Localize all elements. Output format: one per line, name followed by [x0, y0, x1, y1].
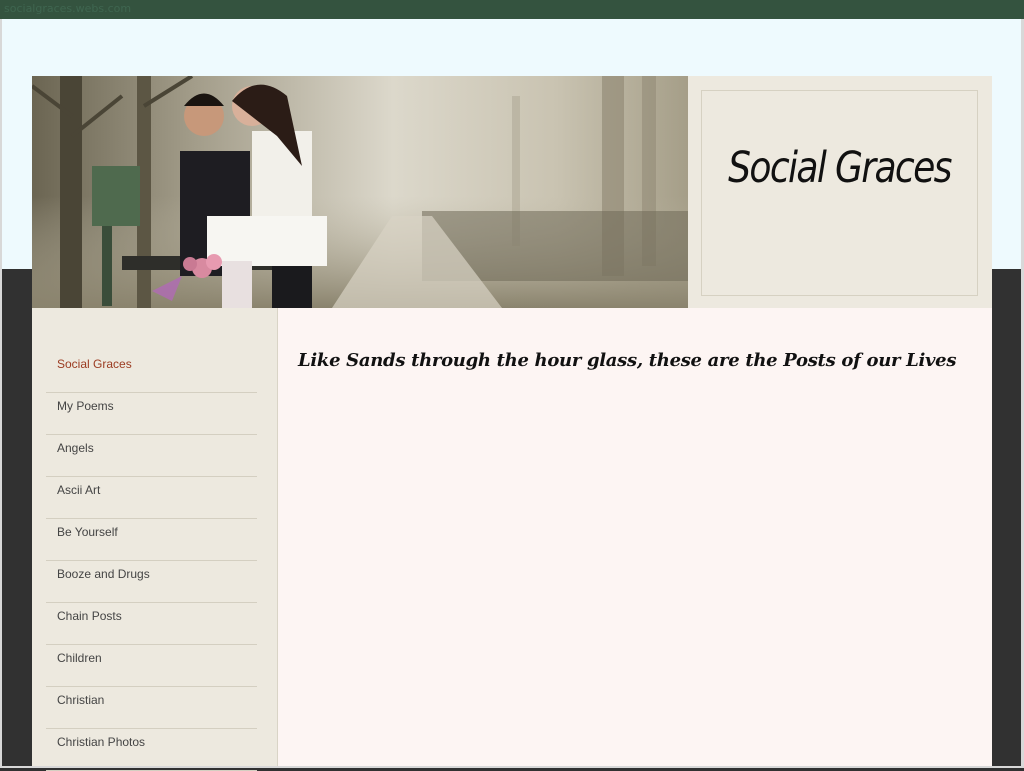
logo-box: Social Graces: [701, 90, 978, 296]
nav-item-label: Booze and Drugs: [57, 567, 150, 581]
page-heading: Like Sands through the hour glass, these…: [298, 350, 957, 372]
browser-top-bar: socialgraces.webs.com: [0, 0, 1024, 19]
window-border-left: [0, 19, 2, 768]
nav-item-christian-photos[interactable]: Christian Photos: [46, 729, 257, 771]
nav-item-label: Christian Photos: [57, 735, 146, 749]
nav-item-label: Social Graces: [57, 357, 132, 371]
page-container: Social Graces Social Graces My Poems Ang…: [32, 76, 992, 771]
site-logo[interactable]: Social Graces: [724, 143, 955, 193]
header-banner-image: [32, 76, 688, 308]
nav-item-label: My Poems: [57, 399, 114, 413]
nav-item-label: Children: [57, 651, 102, 665]
banner-photo: [32, 76, 688, 308]
status-text: socialgraces.webs.com: [4, 2, 132, 15]
nav-item-label: Angels: [57, 441, 94, 455]
nav-item-label: Be Yourself: [57, 525, 118, 539]
sidebar: Social Graces My Poems Angels Ascii Art …: [32, 308, 278, 771]
nav-item-label: Chain Posts: [57, 609, 122, 623]
nav-item-label: Ascii Art: [57, 483, 101, 497]
logo-panel: Social Graces: [688, 76, 992, 308]
nav-item-label: Christian: [57, 693, 105, 707]
sidebar-nav: Social Graces My Poems Angels Ascii Art …: [46, 351, 257, 771]
main-content: Like Sands through the hour glass, these…: [278, 308, 992, 768]
